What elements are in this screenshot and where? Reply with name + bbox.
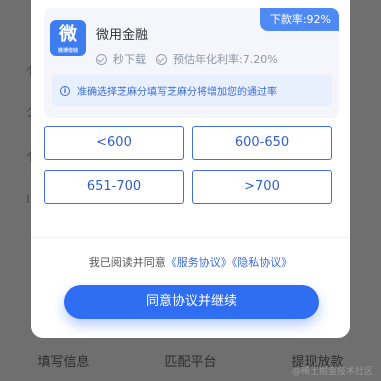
score-option-above-700[interactable]: >700 xyxy=(192,170,332,204)
service-agreement-link[interactable]: 《服务协议》 xyxy=(166,256,232,269)
credit-score-modal: 下款率:92% 微 微博借钱 微用金融 秒下载 预估年化利率:7.20% i 准… xyxy=(31,0,350,338)
meta-instant-download: 秒下载 xyxy=(96,51,146,67)
meta-label: 秒下载 xyxy=(113,53,146,66)
app-logo: 微 微博借钱 xyxy=(50,20,86,56)
privacy-agreement-link[interactable]: 《隐私协议》 xyxy=(232,256,293,269)
product-meta-row: 秒下载 预估年化利率:7.20% xyxy=(96,51,288,67)
meta-interest-rate: 预估年化利率:7.20% xyxy=(156,51,278,67)
agreement-prefix: 我已阅读并同意 xyxy=(88,256,166,269)
check-circle-icon xyxy=(96,53,107,65)
tip-bar: i 准确选择芝麻分填写芝麻分将增加您的通过率 xyxy=(52,75,332,106)
approval-rate-badge: 下款率:92% xyxy=(259,8,339,31)
agreement-text: 我已阅读并同意《服务协议》《隐私协议》 xyxy=(31,254,350,270)
meta-label: 预估年化利率:7.20% xyxy=(173,53,278,66)
app-logo-subtext: 微博借钱 xyxy=(57,48,78,54)
info-icon: i xyxy=(60,85,70,96)
app-name: 微用金融 xyxy=(96,28,149,43)
divider xyxy=(31,237,350,238)
score-option-651-700[interactable]: 651-700 xyxy=(44,170,184,204)
product-card: 下款率:92% 微 微博借钱 微用金融 秒下载 预估年化利率:7.20% i 准… xyxy=(44,8,339,118)
agree-continue-button[interactable]: 同意协议并继续 xyxy=(64,285,319,319)
step-tab-fill-info: 填写信息 xyxy=(37,355,90,370)
tip-text: 准确选择芝麻分填写芝麻分将增加您的通过率 xyxy=(77,87,277,98)
step-tab-match-platform: 匹配平台 xyxy=(164,355,217,370)
watermark: @稀土掘金技术社区 xyxy=(291,367,373,377)
check-circle-icon xyxy=(156,53,167,65)
score-option-below-600[interactable]: <600 xyxy=(44,126,184,160)
score-option-600-650[interactable]: 600-650 xyxy=(192,126,332,160)
app-logo-char: 微 xyxy=(59,24,77,45)
